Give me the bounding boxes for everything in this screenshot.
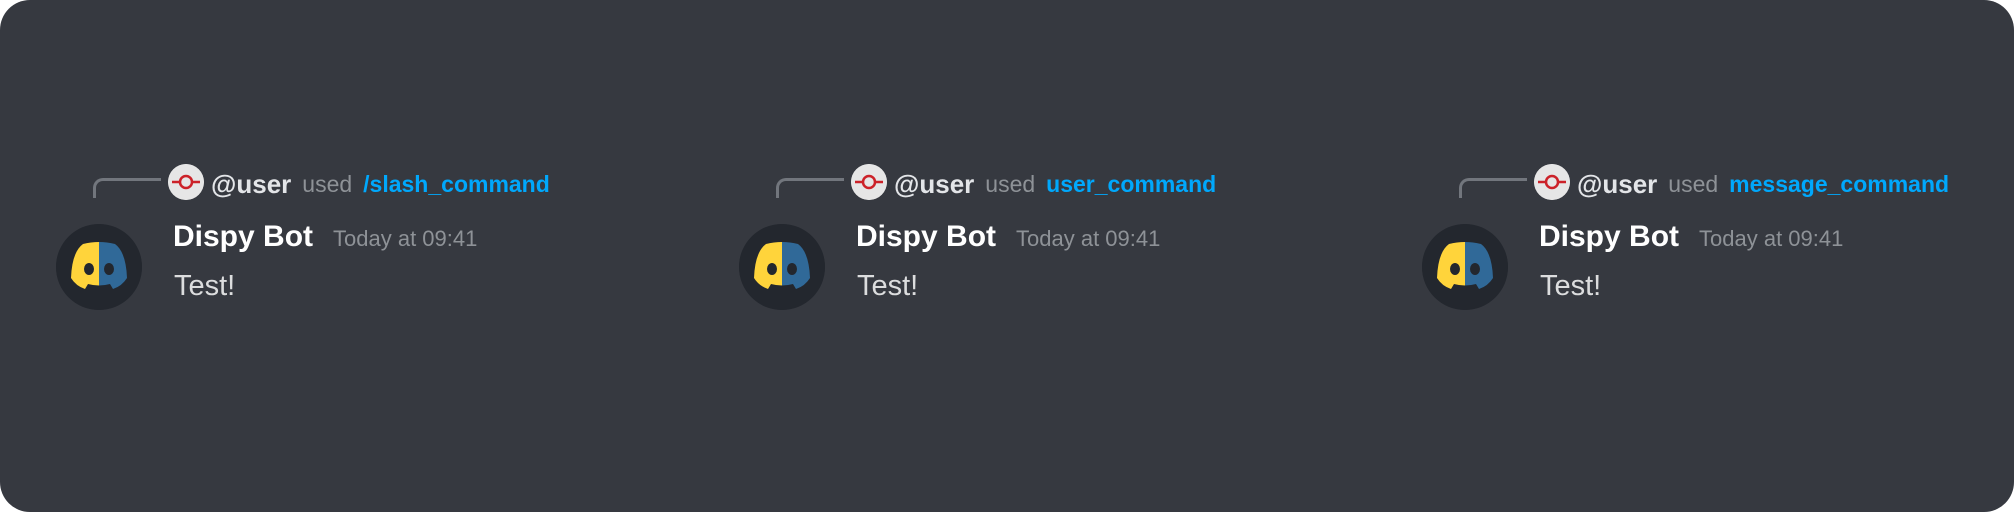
python-discord-logo-icon bbox=[56, 224, 142, 310]
reply-command-link[interactable]: user_command bbox=[1046, 171, 1216, 198]
reply-command-link[interactable]: message_command bbox=[1729, 171, 1949, 198]
reply-used-label: used bbox=[1668, 170, 1719, 197]
bot-avatar[interactable] bbox=[1422, 224, 1508, 310]
message-timestamp: Today at 09:41 bbox=[1699, 226, 1844, 251]
message-content: Test! bbox=[174, 270, 236, 302]
reply-context: @user used /slash_command bbox=[211, 167, 550, 201]
reply-connector-line bbox=[1459, 178, 1527, 198]
reply-context: @user used message_command bbox=[1577, 167, 1949, 201]
reply-username[interactable]: @user bbox=[211, 169, 291, 200]
python-discord-logo-icon bbox=[1422, 224, 1508, 310]
user-avatar-icon bbox=[851, 164, 887, 200]
chat-message: @user used message_command Dispy Bot Tod… bbox=[1366, 0, 2006, 512]
user-avatar-icon bbox=[1534, 164, 1570, 200]
author-name[interactable]: Dispy Bot bbox=[1539, 220, 1679, 254]
preview-canvas: @user used /slash_command Dispy Bot Toda… bbox=[0, 0, 2014, 512]
reply-used-label: used bbox=[985, 170, 1036, 197]
message-content: Test! bbox=[857, 270, 919, 302]
message-header: Dispy Bot Today at 09:41 bbox=[173, 220, 477, 260]
chat-message: @user used /slash_command Dispy Bot Toda… bbox=[0, 0, 640, 512]
reply-connector-line bbox=[93, 178, 161, 198]
reply-username[interactable]: @user bbox=[894, 169, 974, 200]
message-timestamp: Today at 09:41 bbox=[333, 226, 478, 251]
reply-username[interactable]: @user bbox=[1577, 169, 1657, 200]
reply-user-avatar[interactable] bbox=[168, 164, 204, 200]
reply-context: @user used user_command bbox=[894, 167, 1216, 201]
chat-message: @user used user_command Dispy Bot Today … bbox=[683, 0, 1323, 512]
reply-user-avatar[interactable] bbox=[1534, 164, 1570, 200]
message-header: Dispy Bot Today at 09:41 bbox=[856, 220, 1160, 260]
user-avatar-icon bbox=[168, 164, 204, 200]
message-content: Test! bbox=[1540, 270, 1602, 302]
author-name[interactable]: Dispy Bot bbox=[173, 220, 313, 254]
message-timestamp: Today at 09:41 bbox=[1016, 226, 1161, 251]
author-name[interactable]: Dispy Bot bbox=[856, 220, 996, 254]
reply-command-link[interactable]: /slash_command bbox=[363, 171, 550, 198]
bot-avatar[interactable] bbox=[56, 224, 142, 310]
reply-user-avatar[interactable] bbox=[851, 164, 887, 200]
reply-connector-line bbox=[776, 178, 844, 198]
python-discord-logo-icon bbox=[739, 224, 825, 310]
reply-used-label: used bbox=[302, 170, 353, 197]
bot-avatar[interactable] bbox=[739, 224, 825, 310]
message-header: Dispy Bot Today at 09:41 bbox=[1539, 220, 1843, 260]
